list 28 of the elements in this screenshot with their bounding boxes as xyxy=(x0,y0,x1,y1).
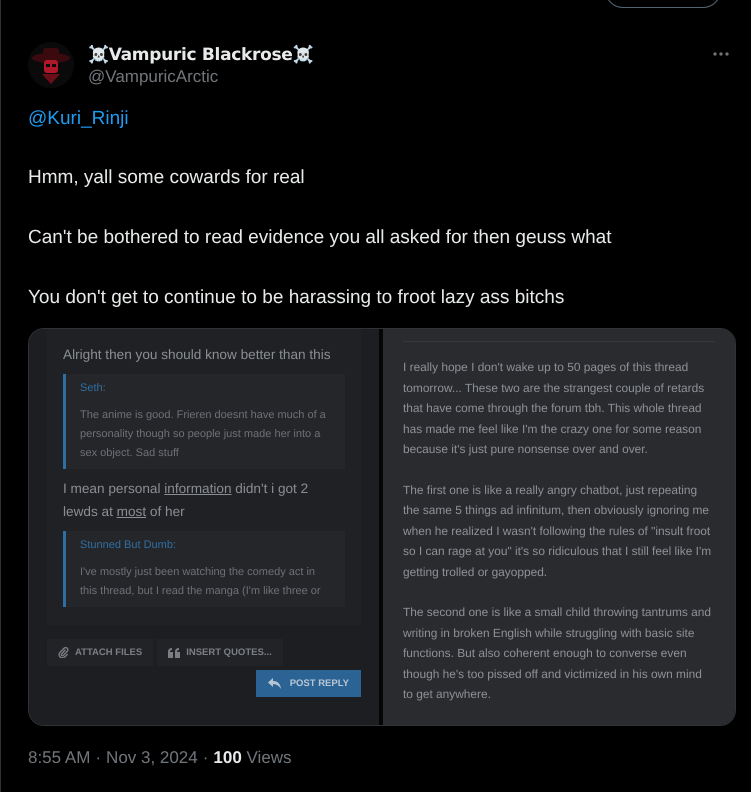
view-count: 100 Views xyxy=(213,748,292,768)
quote-author: Seth: xyxy=(80,382,107,394)
post-text: Alright then you should know better than this xyxy=(63,346,332,364)
post-text: I mean personal information didn't i got 2 lewds at most of her xyxy=(63,480,310,521)
mention-link[interactable]: @Kuri_Rinji xyxy=(28,108,129,130)
insert-quotes-button[interactable]: INSERT QUOTES... xyxy=(157,639,283,666)
forum-post-text: I really hope I don't wake up to 50 pages of this thread tomorrow... These two are the strangest couple of retards that have come through the forum tbh. This whole thread has made me feel like I'm the crazy one for some reason because it's just pure nonsense over and over. xyxy=(403,359,706,458)
separator-dot: · xyxy=(202,748,208,768)
tweet-text: Hmm, yall some cowards for real xyxy=(28,166,306,190)
forum-post-text: The first one is like a really angry chatbot, just repeating the same 5 things ad infinitum, then obviously ignoring me when he realized I wasn't following the rules of "insult froot so I can rage at you" it's so ridiculous that I still feel like I'm getting trolled or gayopped. xyxy=(403,482,712,580)
quote-author: Stunned But Dumb: xyxy=(80,539,178,551)
post-date[interactable]: Nov 3, 2024 xyxy=(106,748,198,768)
quote-text: The anime is good. Frieren doesnt have much of a personality though so people just made her into a sex object. Sad stuff xyxy=(80,408,327,461)
post-time[interactable]: 8:55 AM xyxy=(28,748,90,768)
attach-files-button[interactable]: ATTACH FILES xyxy=(47,639,154,666)
author-name[interactable]: ☠Vampuric Blackrose☠ xyxy=(88,44,697,66)
reply-arrow-icon xyxy=(268,678,282,689)
forum-post-text: The second one is like a small child throwing tantrums and writing in broken English while struggling with basic site functions. But also coherent enough to converse even though he's too pissed off and victimized in his own mind to get anywhere. xyxy=(403,604,712,703)
tweet-text: Can't be bothered to read evidence you all asked for then geuss what xyxy=(28,226,613,250)
post-reply-button[interactable]: POST REPLY xyxy=(256,670,361,697)
tweet-text: You don't get to continue to be harassing to froot lazy ass bitchs xyxy=(28,286,566,310)
separator-dot: · xyxy=(95,748,102,768)
tweet-image[interactable] xyxy=(28,328,736,726)
author-handle[interactable]: @VampuricArctic xyxy=(88,66,697,88)
quote-text: I've mostly just been watching the comedy act in this thread, but I read the manga (I'm like three or xyxy=(80,565,322,599)
paperclip-icon xyxy=(58,647,69,658)
avatar-icon xyxy=(28,42,74,88)
quote-icon xyxy=(168,648,180,658)
